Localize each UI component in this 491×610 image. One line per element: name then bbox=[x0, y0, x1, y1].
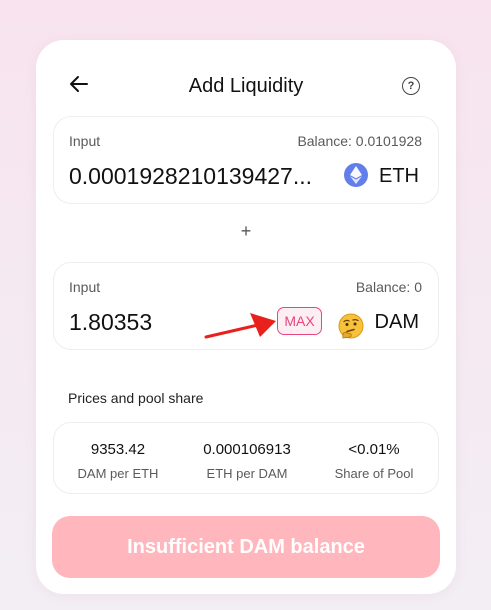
amount-input[interactable]: 0.0001928210139427... bbox=[69, 163, 312, 190]
eth-icon bbox=[344, 163, 368, 187]
annotation-arrow-icon bbox=[204, 313, 276, 339]
price-item: 9353.42 DAM per ETH bbox=[54, 423, 182, 481]
price-item: <0.01% Share of Pool bbox=[310, 423, 438, 481]
token-selector-eth[interactable]: ETH bbox=[379, 165, 419, 188]
prices-box: 9353.42 DAM per ETH 0.000106913 ETH per … bbox=[53, 422, 439, 494]
thinking-face-icon bbox=[338, 313, 364, 339]
page-title: Add Liquidity bbox=[188, 75, 304, 97]
input-panel-dam: Input Balance: 0 1.80353 MAX DAM bbox=[53, 262, 439, 350]
price-item: 0.000106913 ETH per DAM bbox=[183, 423, 311, 481]
balance-text: Balance: 0.0101928 bbox=[297, 133, 422, 149]
input-label: Input bbox=[69, 133, 101, 149]
amount-input[interactable]: 1.80353 bbox=[69, 309, 152, 336]
price-label: Share of Pool bbox=[334, 466, 414, 481]
help-icon[interactable]: ? bbox=[402, 77, 420, 95]
balance-text: Balance: 0 bbox=[355, 279, 422, 295]
input-label: Input bbox=[69, 279, 101, 295]
price-label: DAM per ETH bbox=[77, 466, 159, 481]
input-panel-eth: Input Balance: 0.0101928 0.0001928210139… bbox=[53, 116, 439, 204]
add-liquidity-card: Add Liquidity ? Input Balance: 0.0101928… bbox=[36, 40, 456, 594]
plus-icon: + bbox=[240, 221, 252, 241]
insufficient-balance-button[interactable]: Insufficient DAM balance bbox=[52, 516, 440, 578]
price-value: 0.000106913 bbox=[203, 441, 291, 458]
price-label: ETH per DAM bbox=[206, 466, 288, 481]
prices-section-title: Prices and pool share bbox=[68, 390, 204, 406]
max-button[interactable]: MAX bbox=[277, 307, 322, 335]
price-value: <0.01% bbox=[348, 441, 400, 458]
token-selector-dam[interactable]: DAM bbox=[375, 311, 419, 334]
price-value: 9353.42 bbox=[90, 441, 146, 458]
